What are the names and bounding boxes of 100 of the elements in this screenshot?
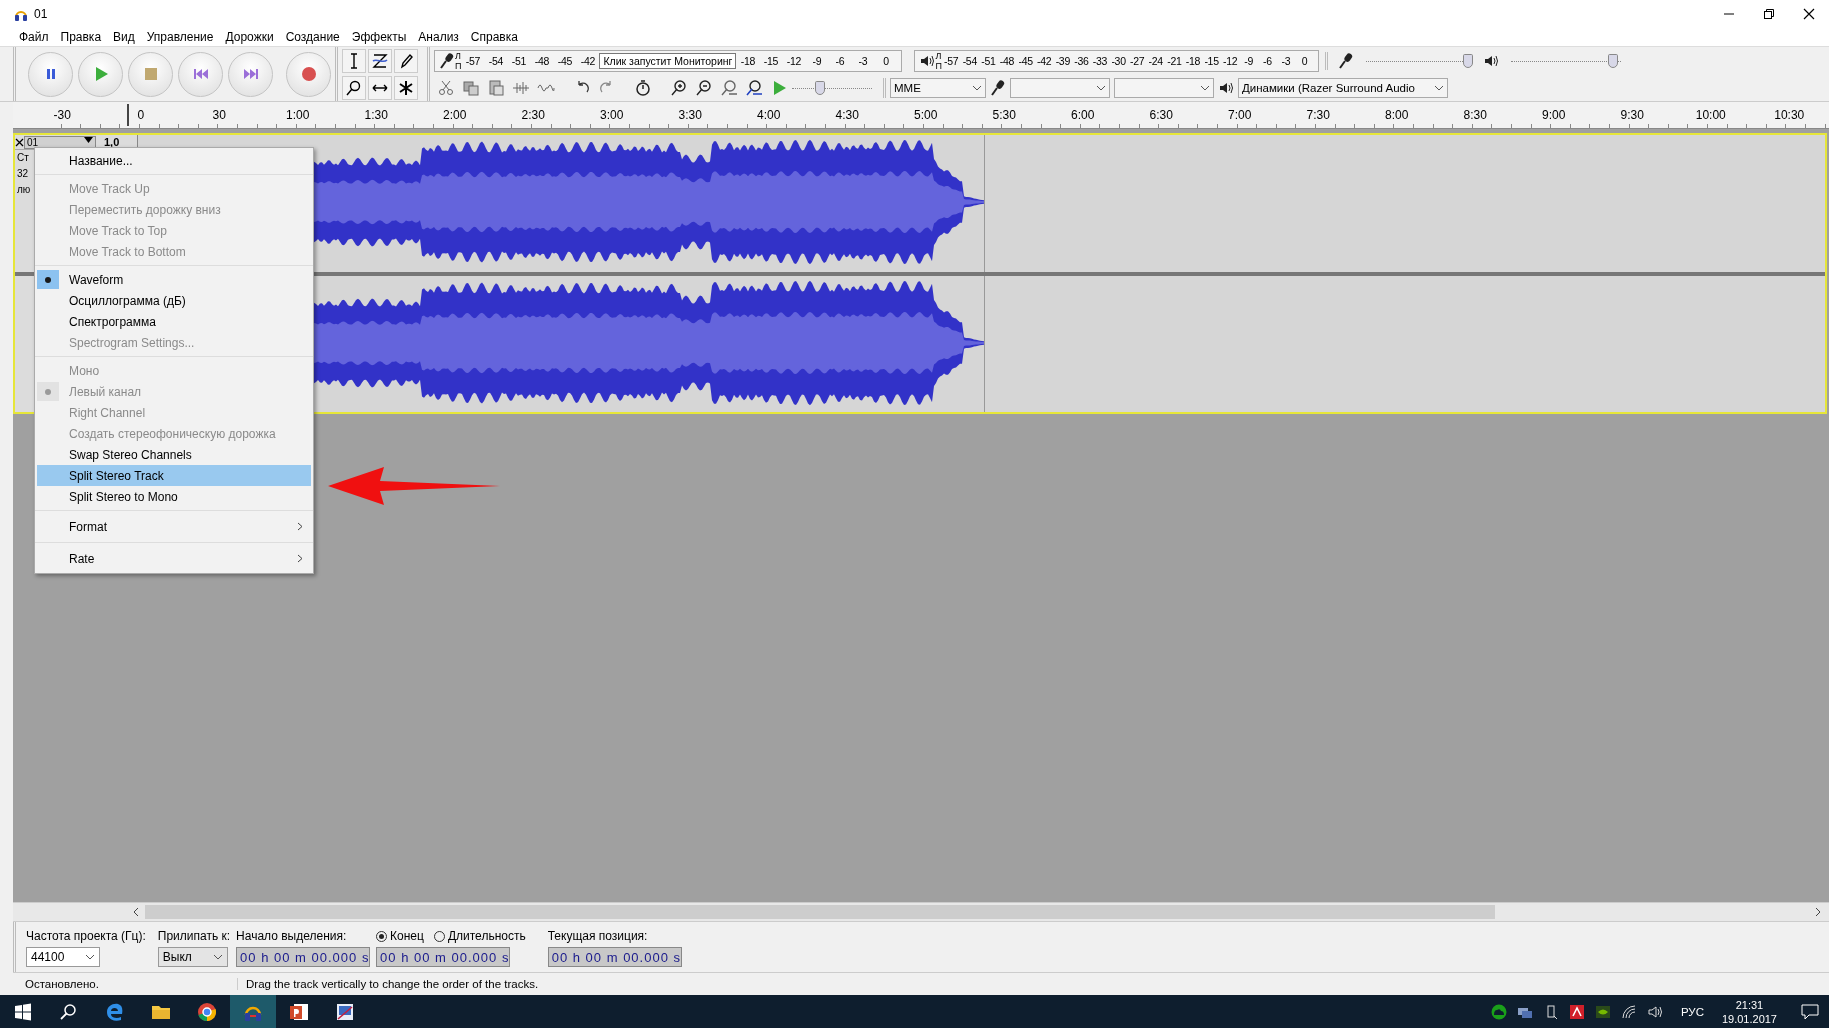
menu-item[interactable]: Анализ bbox=[412, 30, 465, 44]
radio-option[interactable]: Конец bbox=[376, 929, 424, 943]
meter-tick-label: -3 bbox=[857, 54, 869, 67]
draw-tool-button[interactable] bbox=[394, 48, 418, 73]
meter-tick-label: 0 bbox=[1300, 54, 1309, 67]
meter-tick-label: -30 bbox=[1110, 54, 1127, 67]
meter-tick-label: -57 bbox=[464, 54, 482, 67]
notifications-icon[interactable] bbox=[1801, 1003, 1819, 1020]
timeline-label: 7:00 bbox=[1228, 108, 1252, 122]
cloud-icon[interactable] bbox=[1490, 1003, 1507, 1020]
timeline-label: 2:00 bbox=[443, 108, 467, 122]
menu-item[interactable]: Split Stereo to Mono bbox=[37, 486, 311, 507]
meter-tick-label: -15 bbox=[762, 54, 780, 67]
menu-item[interactable]: Waveform bbox=[37, 269, 311, 290]
menu-item[interactable]: Создание bbox=[279, 30, 346, 44]
output-device-dropdown[interactable]: Динамики (Razer Surround Audio bbox=[1238, 77, 1448, 98]
meter-tick-label: -51 bbox=[510, 54, 528, 67]
close-icon[interactable] bbox=[1803, 8, 1815, 20]
skip-to-end-button[interactable] bbox=[228, 51, 273, 97]
menu-item[interactable]: Правка bbox=[54, 30, 108, 44]
menu-item[interactable]: Rate bbox=[37, 546, 311, 571]
zoom-tool-icon bbox=[345, 78, 363, 97]
volume-slider[interactable] bbox=[1510, 52, 1621, 69]
dropdown-caret-icon bbox=[1434, 84, 1444, 91]
channel-label: П bbox=[455, 60, 462, 71]
selection-tool-button[interactable] bbox=[342, 48, 366, 73]
menu-item[interactable]: Вид bbox=[107, 30, 141, 44]
dropdown-caret-icon bbox=[1096, 84, 1106, 91]
timer-icon bbox=[634, 78, 652, 97]
headphones-app-button[interactable] bbox=[230, 995, 276, 1028]
slider-thumb[interactable] bbox=[1608, 53, 1619, 68]
project-rate-dropdown[interactable]: 44100 bbox=[26, 947, 100, 967]
record-button[interactable] bbox=[286, 51, 331, 97]
menu-item[interactable]: Спектрограмма bbox=[37, 311, 311, 332]
chrome-icon bbox=[196, 1000, 218, 1023]
meter-tick-label: -18 bbox=[739, 54, 757, 67]
menu-item[interactable]: Format bbox=[37, 514, 311, 539]
field-label: Начало выделения: bbox=[236, 929, 348, 943]
close-icon[interactable] bbox=[15, 137, 24, 147]
volume-slider[interactable] bbox=[792, 79, 872, 96]
volume-slider[interactable] bbox=[1365, 52, 1471, 69]
menu-item[interactable]: Название... bbox=[37, 150, 311, 171]
pause-button[interactable] bbox=[28, 51, 73, 97]
time-field[interactable]: 00 h 00 m 00.000 s bbox=[236, 947, 371, 967]
timeline-label: 7:30 bbox=[1306, 108, 1330, 122]
time-field[interactable]: 00 h 00 m 00.000 s bbox=[547, 947, 682, 967]
host-dropdown[interactable]: MME bbox=[890, 77, 986, 98]
scroll-left-icon[interactable] bbox=[131, 907, 141, 917]
envelope-tool-button[interactable] bbox=[368, 48, 392, 73]
paste-icon bbox=[487, 78, 505, 97]
time-field[interactable]: 00 h 00 m 00.000 s bbox=[376, 947, 511, 967]
menu-item[interactable]: Split Stereo Track bbox=[37, 465, 311, 486]
menu-item[interactable]: Справка bbox=[464, 30, 524, 44]
time-shift-tool-button[interactable] bbox=[368, 75, 392, 100]
slider-thumb[interactable] bbox=[1462, 53, 1473, 68]
wifi-icon[interactable] bbox=[1620, 1003, 1637, 1020]
menu-item[interactable]: Дорожки bbox=[219, 30, 280, 44]
graphics-icon[interactable] bbox=[1594, 1003, 1611, 1020]
cut-icon bbox=[437, 78, 455, 97]
multi-tool-button[interactable] bbox=[394, 75, 418, 100]
meter-tick-label: -12 bbox=[1222, 54, 1239, 67]
slider-thumb[interactable] bbox=[815, 80, 825, 95]
meter-tick-label: -6 bbox=[834, 54, 846, 67]
play-button[interactable] bbox=[78, 51, 123, 97]
snap-to-dropdown[interactable]: Выкл bbox=[157, 947, 228, 967]
field-label: Частота проекта (Гц): bbox=[26, 929, 146, 943]
fit-selection-icon bbox=[720, 78, 738, 97]
scroll-right-icon[interactable] bbox=[1813, 907, 1823, 917]
meter-tick-label: -12 bbox=[785, 54, 803, 67]
restore-icon[interactable] bbox=[1763, 8, 1775, 20]
meter-tick-label: -48 bbox=[533, 54, 551, 67]
skip-to-start-button[interactable] bbox=[178, 51, 223, 97]
radio-option[interactable]: Длительность bbox=[433, 929, 526, 943]
status-text: Остановлено. bbox=[13, 978, 238, 990]
timeline-label: 10:30 bbox=[1774, 108, 1805, 122]
menu-item[interactable]: Swap Stereo Channels bbox=[37, 444, 311, 465]
envelope-tool-icon bbox=[371, 51, 389, 70]
menu-item[interactable]: Файл bbox=[13, 30, 55, 44]
horizontal-scrollbar[interactable] bbox=[145, 905, 1495, 919]
menu-item[interactable]: Эффекты bbox=[345, 30, 413, 44]
timeline-label: 4:30 bbox=[835, 108, 859, 122]
clock-date[interactable]: 19.01.2017 bbox=[1721, 1011, 1777, 1026]
timeline-label: 4:00 bbox=[757, 108, 781, 122]
antivirus-icon[interactable] bbox=[1568, 1003, 1585, 1020]
field-label: Прилипать к: bbox=[157, 929, 231, 943]
meter-tick-label: -3 bbox=[1280, 54, 1292, 67]
dropdown-caret-icon bbox=[212, 954, 223, 960]
microphone-icon[interactable] bbox=[439, 51, 455, 70]
timeline-label: 10:00 bbox=[1695, 108, 1726, 122]
volume-icon[interactable] bbox=[1646, 1003, 1663, 1020]
menu-item[interactable]: Осциллограмма (дБ) bbox=[37, 290, 311, 311]
dropdown-caret-icon bbox=[972, 84, 982, 91]
clock-time[interactable]: 21:31 bbox=[1735, 997, 1764, 1012]
menu-item[interactable]: Управление bbox=[140, 30, 220, 44]
playhead-marker bbox=[127, 104, 129, 126]
meter-tick-label: -54 bbox=[961, 54, 978, 67]
track-info-text: 32 bbox=[17, 167, 29, 181]
zoom-tool-button[interactable] bbox=[342, 75, 366, 100]
input-language[interactable]: РУС bbox=[1680, 1005, 1704, 1018]
timeline-label: 1:00 bbox=[286, 108, 310, 122]
